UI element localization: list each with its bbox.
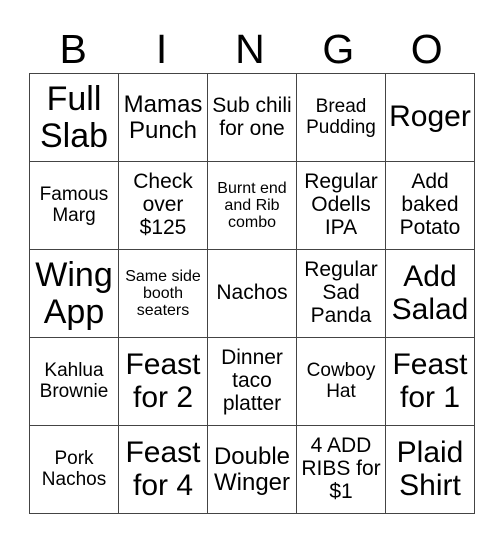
bingo-cell[interactable]: Same side booth seaters (118, 249, 208, 338)
bingo-cell[interactable]: Kahlua Brownie (29, 337, 119, 426)
bingo-cell[interactable]: Feast for 4 (118, 425, 208, 514)
bingo-cell[interactable]: Full Slab (29, 73, 119, 162)
bingo-row: Wing App Same side booth seaters Nachos … (29, 249, 475, 338)
bingo-cell[interactable]: Nachos (207, 249, 297, 338)
bingo-cell[interactable]: Add baked Potato (385, 161, 475, 250)
bingo-cell[interactable]: Roger (385, 73, 475, 162)
bingo-cell[interactable]: Bread Pudding (296, 73, 386, 162)
bingo-cell[interactable]: Regular Sad Panda (296, 249, 386, 338)
bingo-cell[interactable]: Famous Marg (29, 161, 119, 250)
bingo-cell[interactable]: Sub chili for one (207, 73, 297, 162)
bingo-cell[interactable]: Pork Nachos (29, 425, 119, 514)
bingo-cell[interactable]: Add Salad (385, 249, 475, 338)
bingo-row: Full Slab Mamas Punch Sub chili for one … (29, 73, 475, 162)
bingo-cell[interactable]: Wing App (29, 249, 119, 338)
bingo-cell[interactable]: Regular Odells IPA (296, 161, 386, 250)
bingo-row: Famous Marg Check over $125 Burnt end an… (29, 161, 475, 250)
bingo-cell[interactable]: Mamas Punch (118, 73, 208, 162)
bingo-card: Full Slab Mamas Punch Sub chili for one … (29, 73, 475, 514)
bingo-cell[interactable]: Feast for 1 (385, 337, 475, 426)
bingo-cell[interactable]: Dinner taco platter (207, 337, 297, 426)
header-letter-o: O (410, 26, 443, 72)
bingo-cell[interactable]: Feast for 2 (118, 337, 208, 426)
bingo-cell[interactable]: Plaid Shirt (385, 425, 475, 514)
bingo-row: Pork Nachos Feast for 4 Double Winger 4 … (29, 425, 475, 514)
bingo-cell[interactable]: Double Winger (207, 425, 297, 514)
header-letter-b: B (59, 26, 87, 72)
header-letter-i: I (155, 26, 168, 72)
bingo-cell[interactable]: Check over $125 (118, 161, 208, 250)
bingo-row: Kahlua Brownie Feast for 2 Dinner taco p… (29, 337, 475, 426)
bingo-header: B I N G O (29, 24, 471, 74)
bingo-cell[interactable]: Cowboy Hat (296, 337, 386, 426)
header-letter-g: G (322, 26, 355, 72)
header-letter-n: N (235, 26, 265, 72)
bingo-cell[interactable]: Burnt end and Rib combo (207, 161, 297, 250)
bingo-cell[interactable]: 4 ADD RIBS for $1 (296, 425, 386, 514)
